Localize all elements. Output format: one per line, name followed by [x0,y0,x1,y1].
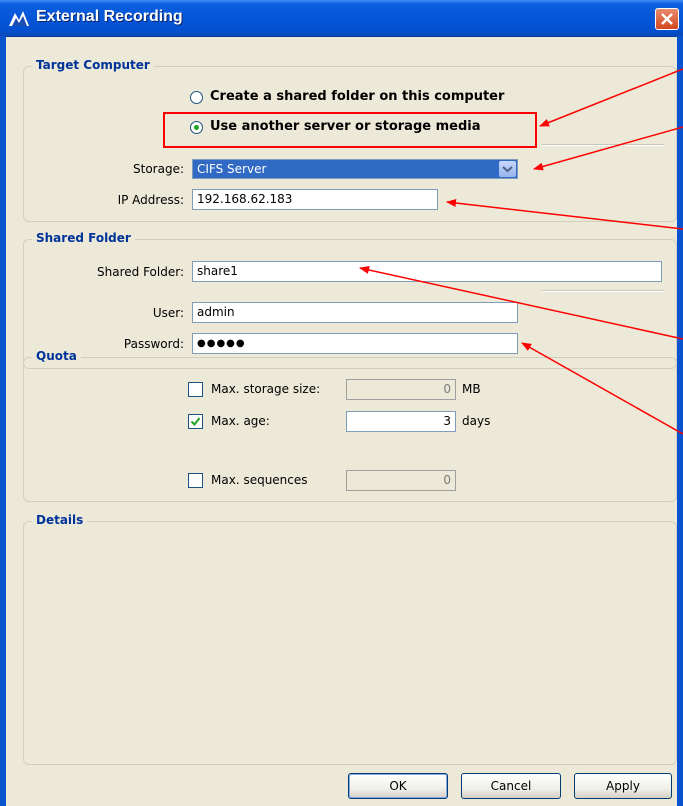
check-icon [190,417,201,427]
password-input[interactable]: ●●●●● [192,333,518,354]
target-separator [542,144,664,146]
window-title: External Recording [36,8,183,25]
title-bar[interactable]: External Recording [0,0,683,37]
cancel-button[interactable]: Cancel [461,773,561,799]
max-sequences-input[interactable]: 0 [346,470,456,491]
app-logo-icon [9,11,29,26]
max-storage-checkbox[interactable] [188,382,203,397]
max-storage-label[interactable]: Max. storage size: [211,382,320,396]
window-right-border [677,36,683,806]
storage-dropdown-button[interactable] [499,161,516,177]
quota-legend: Quota [32,349,81,363]
user-input[interactable]: admin [192,302,518,323]
details-group [23,521,677,765]
close-icon [661,13,673,25]
storage-label: Storage: [133,162,184,176]
max-age-label[interactable]: Max. age: [211,414,270,428]
max-sequences-label[interactable]: Max. sequences [211,473,308,487]
max-sequences-checkbox[interactable] [188,473,203,488]
ip-address-label: IP Address: [117,193,184,207]
ip-address-input[interactable]: 192.168.62.183 [192,189,438,210]
shared-folder-input[interactable]: share1 [192,261,662,282]
max-storage-unit: MB [462,382,481,396]
max-age-unit: days [462,414,491,428]
storage-select[interactable]: CIFS Server [192,159,518,179]
window-left-border [0,36,6,806]
close-button[interactable] [655,8,679,30]
details-legend: Details [32,513,88,527]
max-age-input[interactable]: 3 [346,411,456,432]
user-label: User: [152,306,184,320]
shared-folder-label: Shared Folder: [97,265,184,279]
password-label: Password: [123,337,184,351]
max-age-checkbox[interactable] [188,414,203,429]
shared-folder-separator [542,290,664,292]
chevron-down-icon [502,166,513,173]
annotation-highlight-box [163,112,537,148]
create-shared-folder-label[interactable]: Create a shared folder on this computer [210,89,504,104]
max-storage-input[interactable]: 0 [346,379,456,400]
apply-button[interactable]: Apply [574,773,672,799]
shared-folder-legend: Shared Folder [32,231,135,245]
create-shared-folder-radio[interactable] [190,91,203,104]
storage-select-value: CIFS Server [197,162,267,176]
external-recording-dialog: External Recording Target Computer Creat… [0,0,683,806]
target-computer-legend: Target Computer [32,58,154,72]
ok-button[interactable]: OK [348,773,448,799]
